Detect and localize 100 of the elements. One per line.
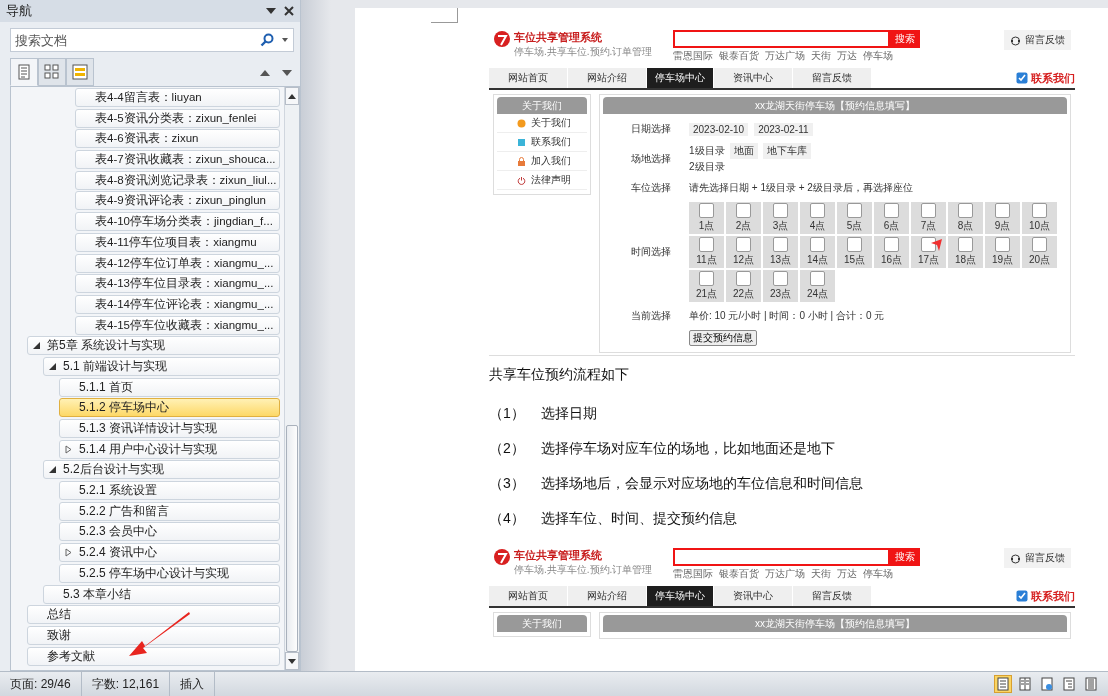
- checkbox[interactable]: [810, 203, 825, 218]
- search-hint-link[interactable]: 停车场: [863, 49, 893, 63]
- outline-item[interactable]: 总结: [27, 605, 280, 625]
- checkbox[interactable]: [995, 237, 1010, 252]
- search-hint-link[interactable]: 万达: [837, 567, 857, 581]
- outline-item[interactable]: 5.2后台设计与实现: [43, 460, 280, 480]
- feedback-button[interactable]: 留言反馈: [1004, 548, 1071, 568]
- outline-item[interactable]: 5.1.2 停车场中心: [59, 398, 280, 418]
- time-slot[interactable]: 5点: [837, 202, 872, 234]
- outline-item[interactable]: 5.2.3 会员中心: [59, 522, 280, 542]
- checkbox[interactable]: [773, 237, 788, 252]
- time-slot[interactable]: 2点: [726, 202, 761, 234]
- nav-tab[interactable]: 留言反馈: [793, 586, 871, 606]
- checkbox[interactable]: [958, 237, 973, 252]
- checkbox[interactable]: [810, 237, 825, 252]
- print-view-button[interactable]: [994, 675, 1012, 693]
- search-hint-link[interactable]: 银泰百货: [719, 567, 759, 581]
- nav-tab[interactable]: 网站介绍: [568, 68, 646, 88]
- outline-item[interactable]: 表4-12停车位订单表：xiangmu_...: [75, 253, 280, 273]
- outline-item[interactable]: 表4-10停车场分类表：jingdian_f...: [75, 212, 280, 232]
- outline-item[interactable]: 5.1 前端设计与实现: [43, 356, 280, 376]
- nav-tab[interactable]: 停车场中心: [647, 586, 713, 606]
- checkbox[interactable]: [1032, 237, 1047, 252]
- checkbox[interactable]: [884, 203, 899, 218]
- search-hint-link[interactable]: 天街: [811, 49, 831, 63]
- outline-item[interactable]: 5.2.4 资讯中心: [59, 543, 280, 563]
- time-slot[interactable]: 21点: [689, 270, 724, 302]
- checkbox[interactable]: [736, 237, 751, 252]
- search-hint-link[interactable]: 雷恩国际: [673, 567, 713, 581]
- outline-item[interactable]: 5.2.2 广告和留言: [59, 501, 280, 521]
- search-field[interactable]: [673, 30, 890, 48]
- checkbox[interactable]: [736, 203, 751, 218]
- scroll-up-icon[interactable]: [288, 93, 296, 99]
- checkbox[interactable]: [921, 237, 936, 252]
- time-slot[interactable]: 16点: [874, 236, 909, 268]
- time-slot[interactable]: 6点: [874, 202, 909, 234]
- search-hint-link[interactable]: 万达广场: [765, 567, 805, 581]
- nav-tab[interactable]: 停车场中心: [647, 68, 713, 88]
- search-hint-link[interactable]: 银泰百货: [719, 49, 759, 63]
- time-slot[interactable]: 23点: [763, 270, 798, 302]
- checkbox[interactable]: [699, 203, 714, 218]
- outline-item[interactable]: 表4-4留言表：liuyan: [75, 88, 280, 107]
- checkbox[interactable]: [847, 203, 862, 218]
- outline-item[interactable]: 表4-14停车位评论表：xiangmu_...: [75, 294, 280, 314]
- time-slot[interactable]: 17点: [911, 236, 946, 268]
- outline-view-button[interactable]: [1060, 675, 1078, 693]
- outline-item[interactable]: 表4-8资讯浏览记录表：zixun_liul...: [75, 170, 280, 190]
- nav-tab[interactable]: 资讯中心: [714, 586, 792, 606]
- expanded-triangle-icon[interactable]: [49, 362, 57, 370]
- outline-item[interactable]: 5.1.3 资讯详情设计与实现: [59, 419, 280, 438]
- sidebar-link[interactable]: 加入我们: [531, 154, 571, 168]
- web-view-button[interactable]: [1038, 675, 1056, 693]
- close-icon[interactable]: [284, 6, 294, 16]
- outline-item[interactable]: 第5章 系统设计与实现: [27, 336, 280, 356]
- scrollbar[interactable]: [284, 87, 299, 670]
- search-button[interactable]: 搜索: [890, 30, 920, 48]
- time-slot[interactable]: 7点: [911, 202, 946, 234]
- time-slot[interactable]: 18点: [948, 236, 983, 268]
- checkbox[interactable]: [884, 237, 899, 252]
- site-option[interactable]: 地下车库: [762, 143, 811, 159]
- checkbox[interactable]: [773, 203, 788, 218]
- checkbox[interactable]: [699, 237, 714, 252]
- time-slot[interactable]: 3点: [763, 202, 798, 234]
- time-slot[interactable]: 14点: [800, 236, 835, 268]
- dropdown-icon[interactable]: [266, 8, 276, 14]
- sidebar-link[interactable]: 联系我们: [531, 135, 571, 149]
- checkbox[interactable]: [699, 271, 714, 286]
- expanded-triangle-icon[interactable]: [49, 466, 57, 474]
- search-icon[interactable]: [260, 33, 274, 47]
- search-hint-link[interactable]: 停车场: [863, 567, 893, 581]
- time-slot[interactable]: 10点: [1022, 202, 1057, 234]
- nav-tab[interactable]: 资讯中心: [714, 68, 792, 88]
- checkbox[interactable]: [847, 237, 862, 252]
- nav-tab[interactable]: 网站介绍: [568, 586, 646, 606]
- time-slot[interactable]: 11点: [689, 236, 724, 268]
- checkbox[interactable]: [773, 271, 788, 286]
- outline-item[interactable]: 5.1.1 首页: [59, 377, 280, 397]
- expanded-triangle-icon[interactable]: [33, 342, 41, 350]
- time-slot[interactable]: 15点: [837, 236, 872, 268]
- outline-item[interactable]: 表4-5资讯分类表：zixun_fenlei: [75, 108, 280, 128]
- time-slot[interactable]: 1点: [689, 202, 724, 234]
- search-hint-link[interactable]: 雷恩国际: [673, 49, 713, 63]
- outline-item[interactable]: 5.3 本章小结: [43, 584, 280, 604]
- checkbox[interactable]: [736, 271, 751, 286]
- outline-item[interactable]: 表4-13停车位目录表：xiangmu_...: [75, 274, 280, 294]
- nav-tab[interactable]: 网站首页: [489, 68, 567, 88]
- search-field[interactable]: [673, 548, 890, 566]
- headings-tab[interactable]: [10, 58, 38, 86]
- contact-link[interactable]: 联系我们: [1016, 68, 1075, 88]
- results-tab[interactable]: [66, 58, 94, 86]
- checkbox[interactable]: [810, 271, 825, 286]
- search-hint-link[interactable]: 万达广场: [765, 49, 805, 63]
- search-hint-link[interactable]: 万达: [837, 49, 857, 63]
- search-button[interactable]: 搜索: [890, 548, 920, 566]
- collapsed-triangle-icon[interactable]: [65, 444, 73, 454]
- outline-item[interactable]: 5.2.1 系统设置: [59, 481, 280, 501]
- outline-item[interactable]: 表4-7资讯收藏表：zixun_shouca...: [75, 150, 280, 170]
- site-option[interactable]: 地面: [729, 143, 758, 159]
- time-slot[interactable]: 13点: [763, 236, 798, 268]
- time-slot[interactable]: 8点: [948, 202, 983, 234]
